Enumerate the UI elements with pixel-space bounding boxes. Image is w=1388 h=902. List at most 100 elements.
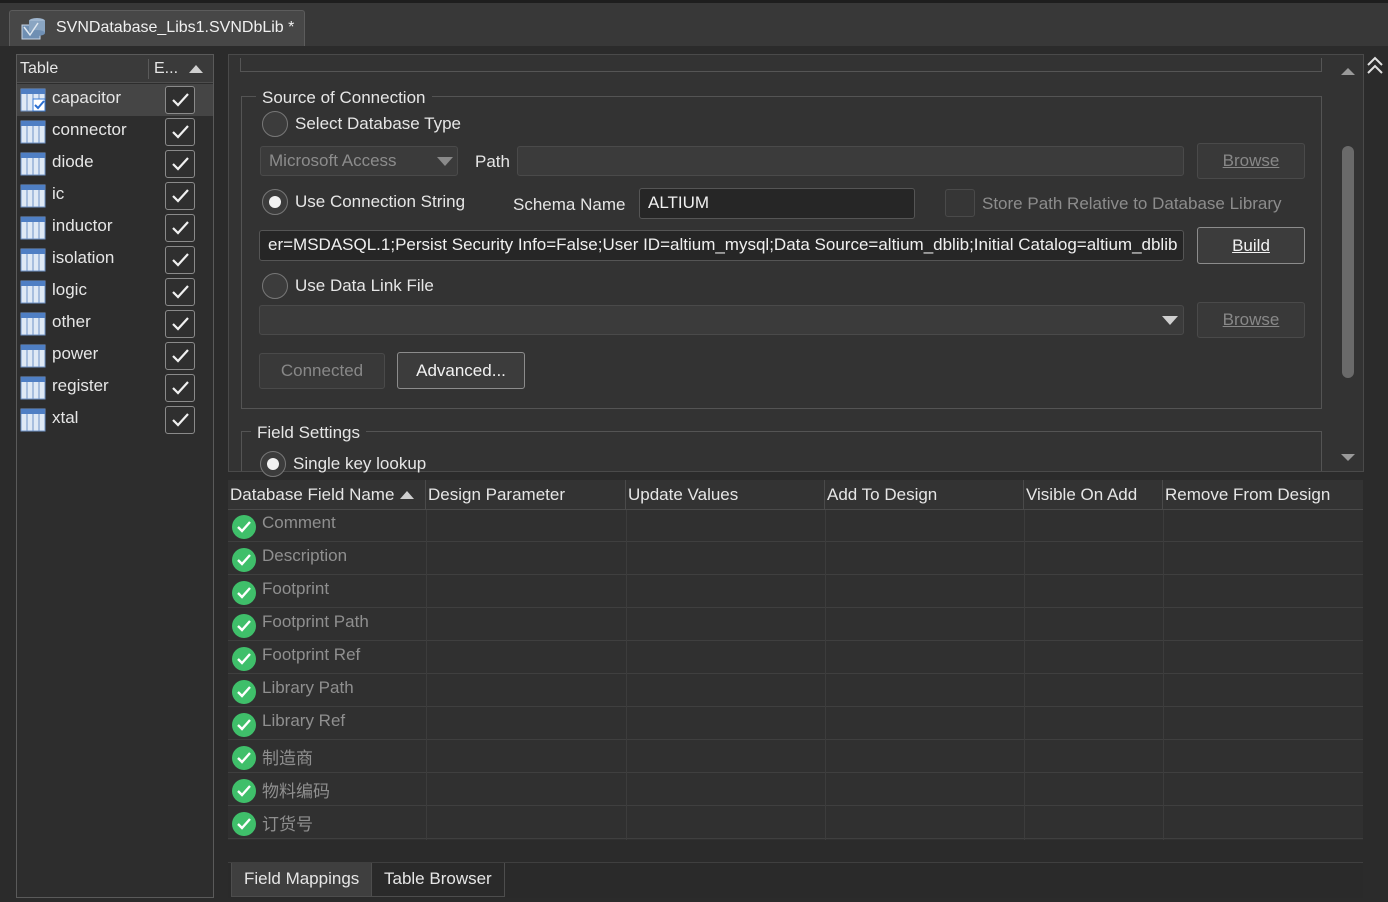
table-row[interactable]: 订货号 [228,806,1363,839]
table-row[interactable]: 制造商 [228,740,1363,773]
grid-divider [1024,510,1025,840]
table-name: isolation [52,248,115,267]
grid-col-remove-from-design[interactable]: Remove From Design [1163,480,1363,510]
connected-button[interactable]: Connected [259,353,385,389]
single-key-lookup-label: Single key lookup [293,454,427,473]
scroll-thumb[interactable] [1342,146,1354,378]
use-connection-string-radio[interactable] [262,189,288,215]
table-row[interactable]: Comment [228,509,1363,542]
schema-name-input[interactable]: ALTIUM [639,188,915,219]
bottom-tab-bar: Field Mappings Table Browser [228,862,1363,898]
tab-field-mappings[interactable]: Field Mappings [231,863,373,897]
table-row[interactable]: Footprint Ref [228,641,1363,674]
table-enabled-checkbox[interactable] [165,406,195,434]
database-field-name: Library Ref [262,711,346,730]
grid-col-design-parameter[interactable]: Design Parameter [426,480,626,510]
table-enabled-checkbox[interactable] [165,342,195,370]
check-icon [172,157,189,171]
table-enabled-checkbox[interactable] [165,214,195,242]
use-data-link-file-radio[interactable] [262,273,288,299]
advanced-label: Advanced... [416,361,506,380]
tab-table-browser[interactable]: Table Browser [371,863,505,897]
tab-label: Table Browser [384,869,492,888]
ok-check-circle-icon [232,713,256,737]
table-row[interactable]: Description [228,542,1363,575]
check-icon [172,93,189,107]
table-row[interactable]: Footprint [228,575,1363,608]
schema-name-value: ALTIUM [648,193,710,212]
table-enabled-checkbox[interactable] [165,150,195,178]
check-icon [172,381,189,395]
ok-check-circle-icon [232,548,256,572]
use-data-link-file-label: Use Data Link File [295,276,434,295]
table-enabled-checkbox[interactable] [165,246,195,274]
table-enabled-checkbox[interactable] [165,86,195,114]
grid-divider [426,510,427,840]
check-icon [172,125,189,139]
advanced-button[interactable]: Advanced... [397,352,525,389]
table-enabled-checkbox[interactable] [165,182,195,210]
collapse-icon[interactable] [1366,56,1384,76]
document-tab[interactable]: SVNDatabase_Libs1.SVNDbLib * [9,10,306,46]
table-icon [20,312,46,336]
table-row-power[interactable]: power [17,340,213,372]
table-row-logic[interactable]: logic [17,276,213,308]
path-input[interactable] [517,146,1184,176]
table-row-capacitor[interactable]: capacitor [17,84,213,116]
database-field-name: 制造商 [262,749,313,768]
table-name: inductor [52,216,113,235]
browse-data-link-button[interactable]: Browse [1197,302,1305,338]
connection-string-input[interactable]: er=MSDASQL.1;Persist Security Info=False… [259,230,1184,261]
table-column-header[interactable]: Table [20,60,58,78]
store-relative-checkbox[interactable] [945,189,975,217]
table-row[interactable]: Library Ref [228,707,1363,740]
browse-path-button[interactable]: Browse [1197,143,1305,179]
grid-col-update-values[interactable]: Update Values [626,480,825,510]
build-button[interactable]: Build [1197,227,1305,264]
table-enabled-checkbox[interactable] [165,118,195,146]
table-row-diode[interactable]: diode [17,148,213,180]
tab-label: Field Mappings [244,869,360,888]
check-icon [172,285,189,299]
table-name: other [52,312,91,331]
single-key-lookup-radio[interactable] [260,451,286,477]
database-field-name: Footprint Ref [262,645,361,664]
table-row[interactable]: 物料编码 [228,773,1363,806]
table-enabled-checkbox[interactable] [165,278,195,306]
database-type-dropdown[interactable]: Microsoft Access [260,146,458,176]
select-database-type-radio[interactable] [262,111,288,137]
table-row-isolation[interactable]: isolation [17,244,213,276]
grid-col-add-to-design[interactable]: Add To Design [825,480,1024,510]
table-name: logic [52,280,87,299]
table-row-xtal[interactable]: xtal [17,404,213,436]
check-icon [172,317,189,331]
data-link-dropdown[interactable] [259,305,1184,335]
database-field-name: 订货号 [262,815,313,834]
table-enabled-checkbox[interactable] [165,374,195,402]
enabled-column-header[interactable]: E... [154,60,178,78]
table-icon [20,344,46,368]
table-icon [20,248,46,272]
table-row-other[interactable]: other [17,308,213,340]
table-name: capacitor [52,88,121,107]
table-row[interactable]: Library Path [228,674,1363,707]
grid-divider [626,510,627,840]
table-row-connector[interactable]: connector [17,116,213,148]
grid-col-database-field-name[interactable]: Database Field Name [228,480,426,510]
scroll-up-arrow-icon[interactable] [1341,68,1355,75]
grid-header: Database Field Name Design Parameter Upd… [228,480,1363,510]
grid-col-visible-on-add[interactable]: Visible On Add [1024,480,1163,510]
table-row-register[interactable]: register [17,372,213,404]
table-row[interactable]: Footprint Path [228,608,1363,641]
database-library-icon [21,18,45,40]
field-settings-title: Field Settings [251,423,366,443]
settings-scrollbar[interactable] [1336,58,1358,468]
scroll-down-arrow-icon[interactable] [1341,454,1355,461]
table-enabled-checkbox[interactable] [165,310,195,338]
table-name: register [52,376,109,395]
database-type-value: Microsoft Access [269,151,397,170]
table-icon [20,120,46,144]
table-row-ic[interactable]: ic [17,180,213,212]
store-relative-label: Store Path Relative to Database Library [982,194,1282,213]
table-row-inductor[interactable]: inductor [17,212,213,244]
